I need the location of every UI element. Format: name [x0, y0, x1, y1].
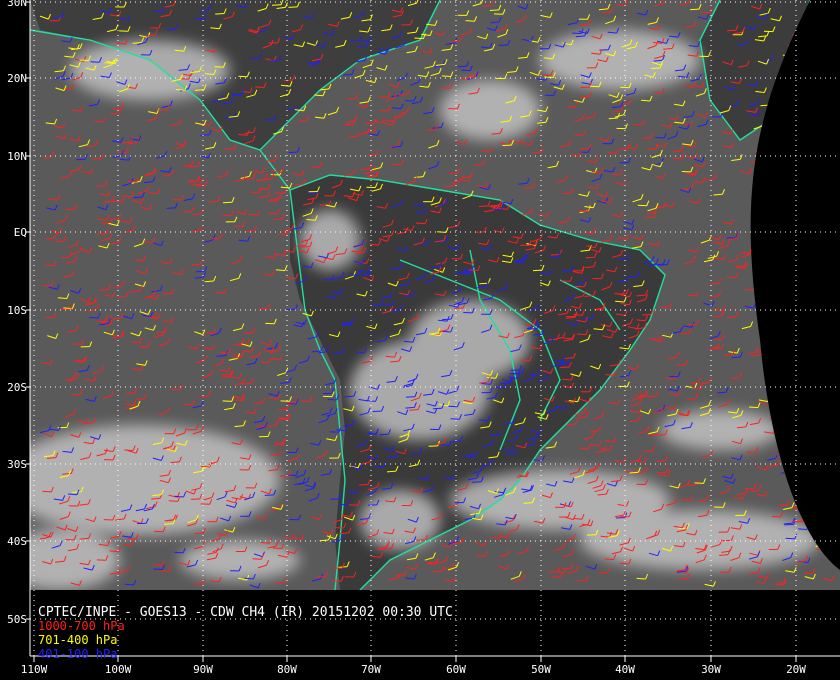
latitude-label: 10S	[7, 304, 27, 317]
latitude-label: 30S	[7, 458, 27, 471]
satellite-image	[30, 0, 840, 590]
longitude-label: 100W	[105, 663, 132, 676]
longitude-label: 30W	[701, 663, 721, 676]
legend-entry: 401-100 hPa	[38, 647, 117, 661]
longitude-label: 70W	[361, 663, 381, 676]
longitude-label: 60W	[446, 663, 466, 676]
satellite-wind-map: 30N 20N 10N EQ 10S 20S 30S 40S 50S 110W 100W 90W 80…	[0, 0, 840, 680]
legend-entry: 701-400 hPa	[38, 633, 117, 647]
pressure-legend: 1000-700 hPa701-400 hPa401-100 hPa	[38, 619, 125, 661]
longitude-label: 20W	[786, 663, 806, 676]
latitude-label: 20S	[7, 381, 27, 394]
longitude-label: 110W	[21, 663, 48, 676]
latitude-label: 30N	[7, 0, 27, 9]
longitude-label: 50W	[531, 663, 551, 676]
longitude-label: 40W	[615, 663, 635, 676]
latitude-label: 40S	[7, 535, 27, 548]
latitude-label: 10N	[7, 150, 27, 163]
latitude-label: EQ	[14, 226, 27, 239]
product-caption: CPTEC/INPE - GOES13 - CDW CH4 (IR) 20151…	[38, 605, 453, 620]
latitude-label: 50S	[7, 613, 27, 626]
legend-entry: 1000-700 hPa	[38, 619, 125, 633]
longitude-label: 90W	[193, 663, 213, 676]
latitude-label: 20N	[7, 72, 27, 85]
longitude-label: 80W	[277, 663, 297, 676]
